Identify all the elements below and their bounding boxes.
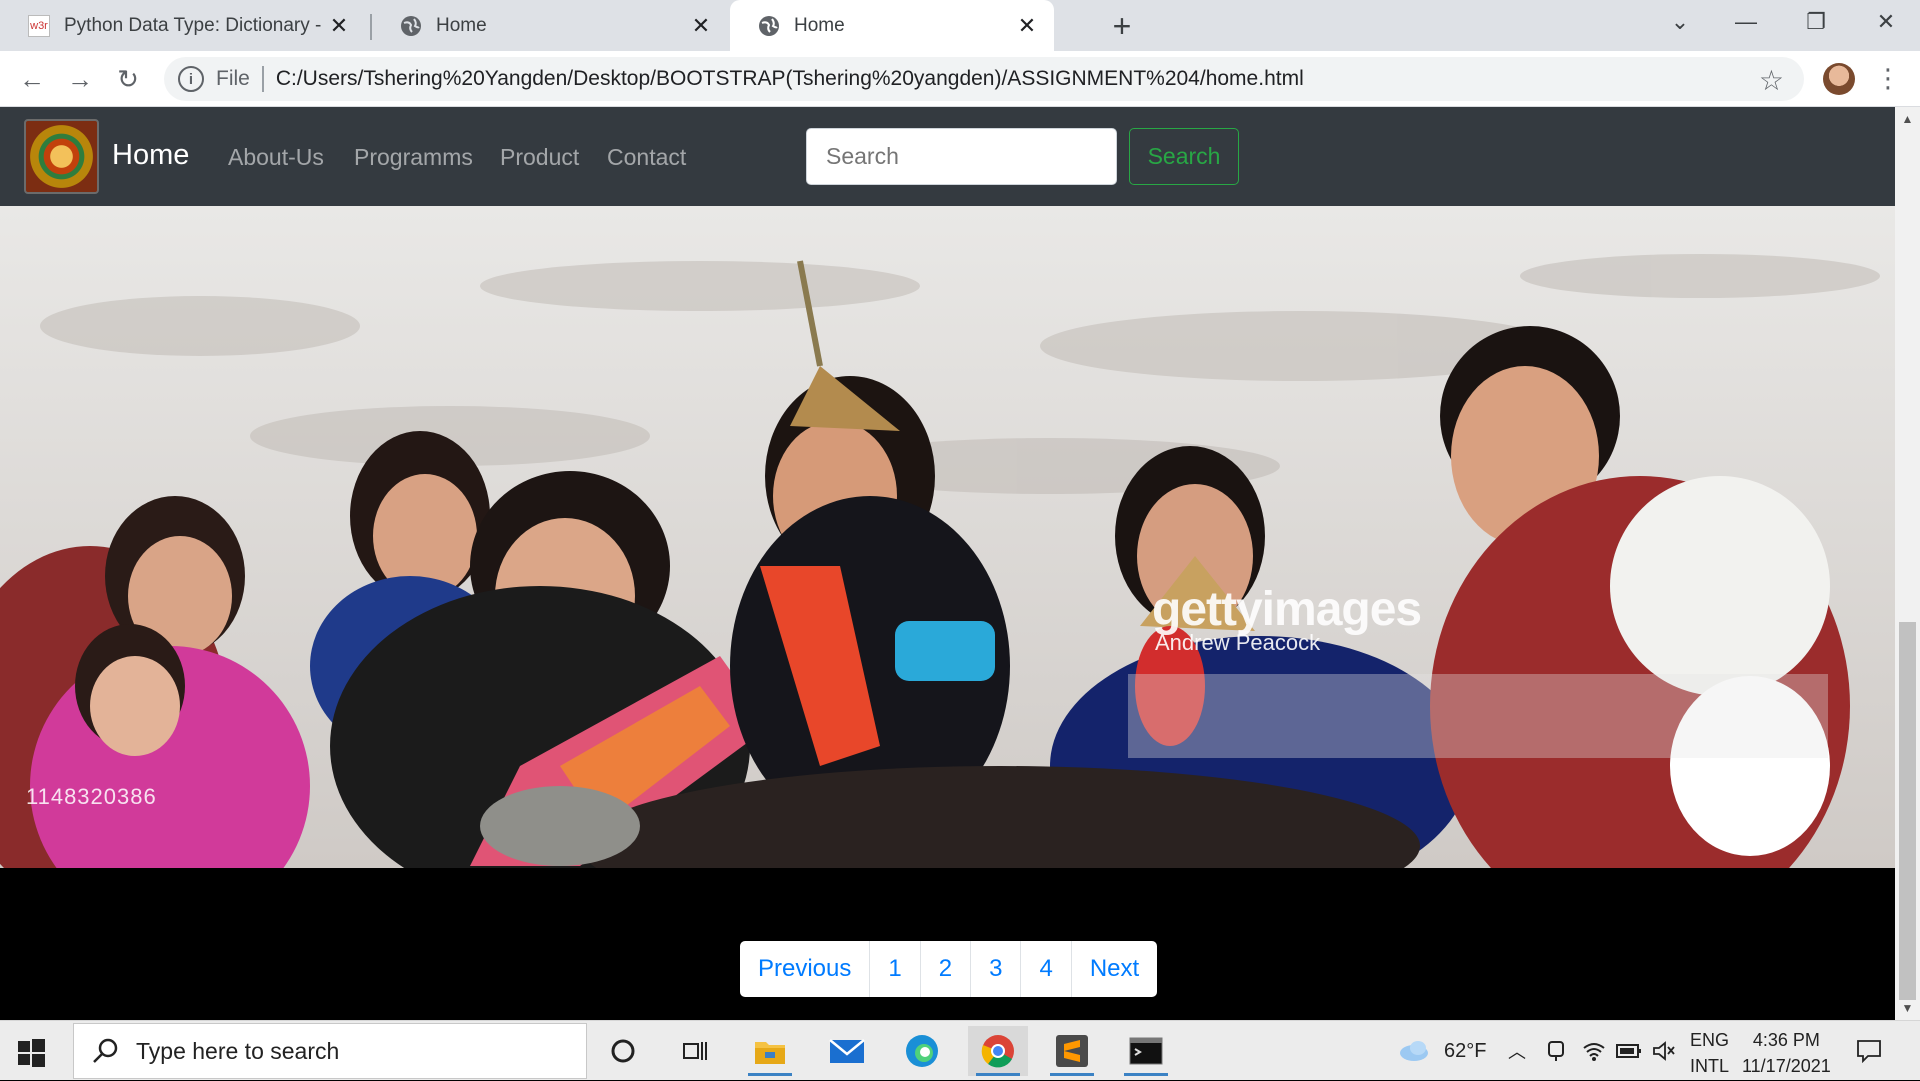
nav-link-product[interactable]: Product xyxy=(500,144,579,171)
close-window-icon[interactable]: ✕ xyxy=(1858,0,1914,44)
taskbar-search-placeholder: Type here to search xyxy=(136,1037,340,1064)
hero-photo-illustration xyxy=(0,206,1895,868)
back-arrow-icon[interactable]: ← xyxy=(12,59,52,99)
tab-python-dictionary[interactable]: w3r Python Data Type: Dictionary - Exerc… xyxy=(0,0,366,51)
cortana-icon[interactable] xyxy=(593,1026,653,1076)
photo-credit: Andrew Peacock xyxy=(1155,630,1321,655)
close-tab-icon[interactable]: ✕ xyxy=(686,11,716,41)
address-scheme-label: File xyxy=(216,67,250,90)
windows-taskbar: Type here to search 62°F ︿ ENG INTL 4:36… xyxy=(0,1020,1920,1080)
nav-link-about-us[interactable]: About-Us xyxy=(228,144,324,171)
browser-tab-strip: w3r Python Data Type: Dictionary - Exerc… xyxy=(0,0,1920,51)
show-hidden-icons-chevron-icon[interactable]: ︿ xyxy=(1508,1021,1526,1081)
tab-title: Home xyxy=(794,14,845,36)
pagination-previous[interactable]: Previous xyxy=(740,941,869,997)
notification-center-icon[interactable] xyxy=(1856,1021,1882,1081)
nav-link-contact[interactable]: Contact xyxy=(607,144,686,171)
hero-photo xyxy=(0,206,1895,868)
navbar-brand-home[interactable]: Home xyxy=(112,139,189,172)
browser-toolbar: ← → ↻ i File C:/Users/Tshering%20Yangden… xyxy=(0,51,1920,107)
pagination-page-3[interactable]: 3 xyxy=(970,941,1020,997)
sublime-text-icon[interactable] xyxy=(1042,1026,1102,1076)
address-bar[interactable]: i File C:/Users/Tshering%20Yangden/Deskt… xyxy=(164,57,1804,101)
scrollbar-thumb[interactable] xyxy=(1899,622,1916,1000)
task-view-icon[interactable] xyxy=(665,1026,725,1076)
volume-muted-icon[interactable] xyxy=(1652,1021,1676,1081)
search-icon xyxy=(93,1038,118,1063)
pagination-page-2[interactable]: 2 xyxy=(919,941,970,997)
meet-now-icon[interactable] xyxy=(1545,1021,1567,1081)
chrome-menu-icon[interactable]: ⋮ xyxy=(1875,60,1901,96)
bookmark-star-icon[interactable]: ☆ xyxy=(1759,64,1784,97)
photo-id: 1148320386 xyxy=(26,784,157,809)
minimize-icon[interactable]: — xyxy=(1718,0,1774,44)
scroll-up-arrow-icon[interactable]: ▲ xyxy=(1895,109,1920,129)
windows-start-icon[interactable] xyxy=(14,1035,48,1069)
taskbar-search-box[interactable]: Type here to search xyxy=(73,1023,587,1079)
close-tab-icon[interactable]: ✕ xyxy=(324,11,354,41)
chrome-icon[interactable] xyxy=(968,1026,1028,1076)
clock-time: 4:36 PM xyxy=(1752,1030,1820,1050)
pagination-next[interactable]: Next xyxy=(1070,941,1157,997)
info-icon[interactable]: i xyxy=(178,66,204,92)
mail-icon[interactable] xyxy=(817,1026,877,1076)
clock-date: 11/17/2021 xyxy=(1742,1056,1831,1076)
forward-arrow-icon[interactable]: → xyxy=(60,59,100,99)
getty-watermark-band xyxy=(1128,674,1828,758)
web-page: Home About-Us Programms Product Contact … xyxy=(0,107,1895,1020)
cloud-icon xyxy=(1400,1041,1428,1061)
scroll-down-arrow-icon[interactable]: ▼ xyxy=(1895,998,1920,1018)
weather-temperature: 62°F xyxy=(1444,1039,1487,1062)
tab-home-1[interactable]: Home ✕ xyxy=(372,0,728,51)
w3r-favicon-icon: w3r xyxy=(28,14,50,37)
profile-avatar[interactable] xyxy=(1823,63,1855,95)
address-url[interactable]: C:/Users/Tshering%20Yangden/Desktop/BOOT… xyxy=(276,67,1304,91)
edge-browser-icon[interactable] xyxy=(892,1026,952,1076)
restore-icon[interactable]: ❐ xyxy=(1788,0,1844,44)
keyboard-layout: INTL xyxy=(1690,1056,1730,1076)
tab-home-active[interactable]: Home ✕ xyxy=(730,0,1054,51)
site-search-input[interactable] xyxy=(806,128,1117,185)
globe-icon xyxy=(758,15,780,37)
close-tab-icon[interactable]: ✕ xyxy=(1012,11,1042,41)
nav-link-programms[interactable]: Programms xyxy=(354,144,473,171)
tab-search-chevron-icon[interactable]: ⌄ xyxy=(1652,0,1708,44)
site-search-button[interactable]: Search xyxy=(1129,128,1239,185)
pagination-page-4[interactable]: 4 xyxy=(1020,941,1070,997)
pagination-page-1[interactable]: 1 xyxy=(869,941,919,997)
pagination: Previous 1 2 3 4 Next xyxy=(740,941,1158,997)
battery-icon[interactable] xyxy=(1616,1021,1642,1081)
system-clock[interactable]: 4:36 PM 11/17/2021 xyxy=(1742,1027,1831,1079)
tab-title: Python Data Type: Dictionary - Exercises xyxy=(64,14,324,36)
tab-title: Home xyxy=(436,14,487,36)
reload-icon[interactable]: ↻ xyxy=(108,59,148,99)
input-language[interactable]: ENG INTL xyxy=(1690,1027,1729,1079)
weather-widget[interactable]: 62°F xyxy=(1398,1021,1486,1081)
address-separator xyxy=(261,66,264,92)
page-scrollbar[interactable]: ▲ ▼ xyxy=(1895,107,1920,1020)
globe-icon xyxy=(400,15,422,37)
brand-logo-image[interactable] xyxy=(24,119,99,194)
wifi-icon[interactable] xyxy=(1582,1021,1606,1081)
site-navbar: Home About-Us Programms Product Contact … xyxy=(0,107,1895,206)
file-explorer-icon[interactable] xyxy=(740,1026,800,1076)
language-code: ENG xyxy=(1690,1030,1730,1050)
terminal-icon[interactable] xyxy=(1116,1026,1176,1076)
new-tab-plus-icon[interactable]: + xyxy=(1104,8,1140,44)
getty-watermark-text: gettyimages xyxy=(1152,583,1422,636)
